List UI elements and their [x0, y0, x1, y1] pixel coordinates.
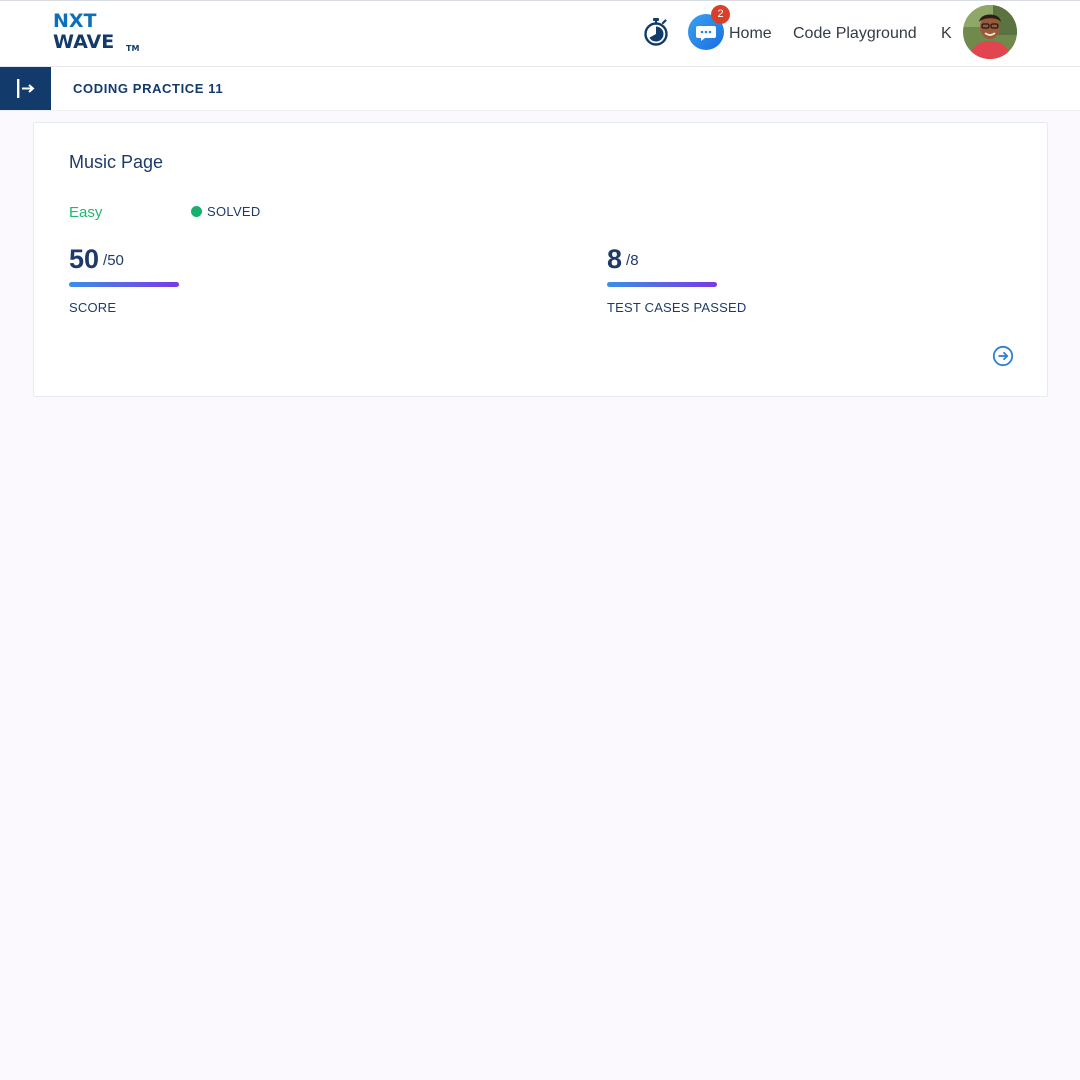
solved-status-dot	[191, 206, 202, 217]
nav-code-playground-link[interactable]: Code Playground	[793, 25, 917, 43]
user-avatar[interactable]	[963, 5, 1017, 59]
score-progress-bar	[69, 282, 179, 287]
test-cases-value: 8	[607, 244, 623, 274]
stopwatch-icon[interactable]	[642, 17, 670, 47]
score-value: 50	[69, 244, 100, 274]
status-badge: SOLVED	[207, 204, 261, 219]
logo-text-top: NXT	[53, 10, 97, 32]
page-subheader: CODING PRACTICE 11	[0, 67, 1080, 111]
logo-text-bottom: WAVE	[53, 31, 115, 53]
page-title: CODING PRACTICE 11	[73, 81, 224, 96]
nav-home-link[interactable]: Home	[729, 25, 772, 43]
score-total: /50	[103, 252, 124, 269]
score-progress-fill	[69, 282, 179, 287]
test-cases-metric: 8/8 TEST CASES PASSED	[607, 244, 746, 315]
nxtwave-logo[interactable]: NXT WAVE TM	[53, 11, 143, 55]
test-cases-progress-bar	[607, 282, 717, 287]
problem-title[interactable]: Music Page	[69, 152, 163, 173]
chat-notification-badge: 2	[711, 5, 730, 24]
circle-arrow-right-icon[interactable]	[992, 345, 1014, 367]
test-cases-total: /8	[626, 252, 639, 269]
logo-trademark: TM	[126, 44, 140, 53]
score-metric: 50/50 SCORE	[69, 244, 179, 315]
nav-user-initial[interactable]: K	[941, 25, 952, 43]
difficulty-label: Easy	[69, 204, 103, 221]
problem-card[interactable]: Music Page Easy SOLVED 50/50 SCORE 8/8 T…	[33, 122, 1048, 397]
top-navbar: NXT WAVE TM 2 Home Code Playground K	[0, 0, 1080, 67]
score-label: SCORE	[69, 300, 117, 315]
test-cases-progress-fill	[607, 282, 717, 287]
expand-sidebar-icon[interactable]	[0, 67, 51, 110]
test-cases-label: TEST CASES PASSED	[607, 300, 747, 315]
